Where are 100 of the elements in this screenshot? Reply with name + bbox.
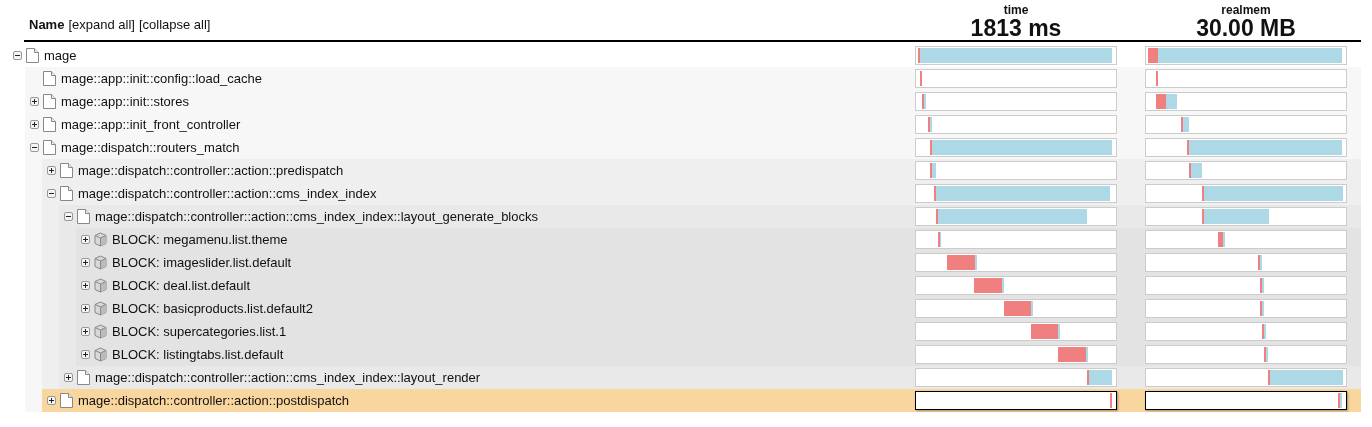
self-segment — [1202, 209, 1205, 224]
self-segment — [929, 163, 932, 178]
cube-icon — [94, 278, 107, 293]
collapse-all-link[interactable]: [collapse all] — [138, 17, 211, 32]
tree-row[interactable]: mage — [8, 44, 1361, 67]
column-total: 30.00 MB — [1196, 16, 1296, 40]
document-icon — [43, 140, 56, 155]
tree-row[interactable]: mage::dispatch::controller::action::predispatch — [42, 159, 1361, 182]
plus-toggle-icon[interactable] — [30, 97, 39, 106]
node-label: BLOCK: basicproducts.list.default2 — [112, 301, 313, 316]
plus-toggle-icon[interactable] — [47, 396, 56, 405]
document-icon — [43, 71, 56, 86]
plus-toggle-icon[interactable] — [30, 120, 39, 129]
cube-icon — [94, 324, 107, 339]
tree-row[interactable]: mage::dispatch::controller::action::cms_index_index::layout_generate_blocks — [59, 205, 1361, 228]
self-segment — [1188, 163, 1191, 178]
self-segment — [919, 71, 922, 86]
plus-toggle-icon[interactable] — [81, 281, 90, 290]
plus-toggle-icon[interactable] — [64, 373, 73, 382]
document-icon — [60, 163, 73, 178]
document-icon — [77, 370, 90, 385]
node-label: mage::app::init::config::load_cache — [61, 71, 262, 86]
document-icon — [43, 117, 56, 132]
plus-toggle-icon[interactable] — [47, 166, 56, 175]
self-segment — [1217, 232, 1224, 247]
node-label: BLOCK: supercategories.list.1 — [112, 324, 287, 339]
cube-icon — [94, 255, 107, 270]
node-label: mage::dispatch::controller::action::cms_index_index — [78, 186, 377, 201]
document-icon — [60, 393, 73, 408]
self-segment — [935, 209, 938, 224]
self-segment — [933, 186, 936, 201]
self-segment — [1030, 324, 1059, 339]
name-heading: Name — [29, 17, 65, 32]
document-icon — [60, 186, 73, 201]
self-segment — [1003, 301, 1032, 316]
plus-toggle-icon[interactable] — [81, 350, 90, 359]
tree-row[interactable]: mage::app::init::stores — [25, 90, 1361, 113]
children-segment — [974, 255, 977, 270]
children-segment — [1001, 278, 1004, 293]
minus-toggle-icon[interactable] — [47, 189, 56, 198]
document-icon — [77, 209, 90, 224]
plus-toggle-icon[interactable] — [81, 235, 90, 244]
column-heading: time — [1003, 4, 1029, 16]
selected-tree-row[interactable]: mage::dispatch::controller::action::postdispatch — [42, 389, 1361, 412]
plus-toggle-icon[interactable] — [81, 304, 90, 313]
plus-toggle-icon[interactable] — [81, 327, 90, 336]
plus-toggle-icon[interactable] — [81, 258, 90, 267]
node-label: mage::app::init_front_controller — [61, 117, 241, 132]
column-total: 1813 ms — [970, 16, 1062, 40]
cube-icon — [94, 347, 107, 362]
children-segment — [1223, 232, 1226, 247]
self-segment — [1202, 186, 1205, 201]
node-label: mage::dispatch::controller::action::predispatch — [78, 163, 344, 178]
tree-row[interactable]: BLOCK: listingtabs.list.default — [76, 343, 1361, 366]
children-segment — [1088, 370, 1113, 385]
cube-icon — [94, 301, 107, 316]
self-segment — [917, 48, 920, 63]
minus-toggle-icon[interactable] — [30, 143, 39, 152]
document-icon — [26, 48, 39, 63]
self-segment — [1180, 117, 1183, 132]
document-icon — [43, 94, 56, 109]
self-segment — [1268, 370, 1271, 385]
minus-toggle-icon[interactable] — [13, 51, 22, 60]
node-label: mage::dispatch::controller::action::cms_index_index::layout_render — [95, 370, 481, 385]
self-segment — [1058, 347, 1086, 362]
tree-row[interactable]: BLOCK: deal.list.default — [76, 274, 1361, 297]
node-label: mage::app::init::stores — [61, 94, 189, 109]
node-label: BLOCK: deal.list.default — [112, 278, 251, 293]
tree-row[interactable]: BLOCK: basicproducts.list.default2 — [76, 297, 1361, 320]
tree-row[interactable]: BLOCK: supercategories.list.1 — [76, 320, 1361, 343]
tree-row[interactable]: BLOCK: imageslider.list.default — [76, 251, 1361, 274]
node-label: BLOCK: imageslider.list.default — [112, 255, 292, 270]
children-segment — [1204, 209, 1269, 224]
cube-icon — [94, 232, 107, 247]
node-label: BLOCK: listingtabs.list.default — [112, 347, 284, 362]
node-label: mage — [44, 48, 77, 63]
expand-all-link[interactable]: [expand all] — [68, 17, 135, 32]
tree-row[interactable]: mage::app::init::config::load_cache — [25, 67, 1361, 90]
tree-row[interactable]: mage::app::init_front_controller — [25, 113, 1361, 136]
self-segment — [929, 140, 932, 155]
children-segment — [1058, 324, 1061, 339]
node-label: BLOCK: megamenu.list.theme — [112, 232, 288, 247]
node-label: mage::dispatch::routers_match — [61, 140, 240, 155]
column-heading: realmem — [1221, 4, 1271, 16]
children-segment — [931, 163, 936, 178]
node-label: mage::dispatch::controller::action::cms_index_index::layout_generate_blocks — [95, 209, 538, 224]
tree-row[interactable]: BLOCK: megamenu.list.theme — [76, 228, 1361, 251]
self-segment — [1086, 370, 1089, 385]
node-label: mage::dispatch::controller::action::postdispatch — [78, 393, 349, 408]
children-segment — [1085, 347, 1088, 362]
self-segment — [1147, 48, 1158, 63]
self-segment — [1155, 71, 1158, 86]
tree-row[interactable]: mage::dispatch::controller::action::cms_index_index::layout_render — [59, 366, 1361, 389]
self-segment — [1155, 94, 1166, 109]
children-segment — [1182, 117, 1189, 132]
self-segment — [947, 255, 975, 270]
self-segment — [974, 278, 1002, 293]
tree-row[interactable]: mage::dispatch::controller::action::cms_index_index — [42, 182, 1361, 205]
tree-row[interactable]: mage::dispatch::routers_match — [25, 136, 1361, 159]
minus-toggle-icon[interactable] — [64, 212, 73, 221]
